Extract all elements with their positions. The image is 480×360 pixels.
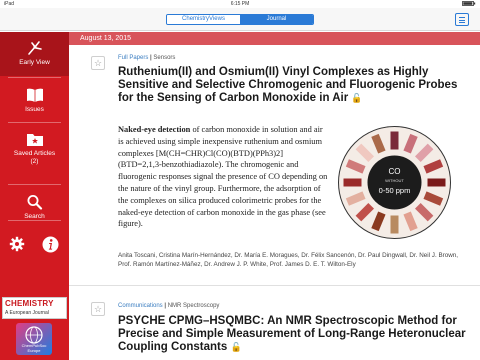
- article-category: Full Papers | Sensors: [118, 55, 175, 61]
- color-swatch: [343, 178, 362, 187]
- article-title[interactable]: Ruthenium(II) and Osmium(II) Vinyl Compl…: [118, 66, 468, 105]
- sidebar-item-label: Saved Articles (2): [13, 150, 56, 165]
- sidebar-item-saved-articles[interactable]: Saved Articles (2): [0, 131, 69, 179]
- color-swatch: [390, 131, 399, 150]
- top-navigation-bar: ChemistryViews Journal: [0, 8, 480, 31]
- star-icon[interactable]: ☆: [91, 302, 105, 316]
- sidebar-divider: [8, 77, 61, 78]
- graphic-range-label: 0-50 ppm: [379, 186, 411, 195]
- book-icon: [26, 88, 43, 102]
- source-segmented-control[interactable]: ChemistryViews Journal: [166, 14, 314, 25]
- article-title-text: Ruthenium(II) and Osmium(II) Vinyl Compl…: [118, 66, 458, 104]
- partner-logo-text: ChemPubSoc Europe: [21, 343, 47, 353]
- article-section: NMR Spectroscopy: [167, 303, 220, 309]
- color-swatch: [427, 178, 446, 187]
- article-category: Communications | NMR Spectroscopy: [118, 303, 219, 309]
- article-title-text: PSYCHE CPMG–HSQMBC: An NMR Spectroscopic…: [118, 315, 466, 353]
- segment-journal[interactable]: Journal: [240, 15, 313, 24]
- sidebar-divider: [8, 220, 61, 221]
- journal-logo-subtitle: A European Journal: [5, 310, 49, 316]
- date-header: August 13, 2015: [69, 32, 480, 45]
- article-type: Communications: [118, 303, 163, 309]
- search-icon: [27, 195, 42, 210]
- saved-folder-icon: [26, 134, 43, 146]
- sidebar-item-label: Search: [24, 213, 45, 220]
- toc-graphic[interactable]: CO WITHOUT 0-50 ppm: [337, 125, 452, 240]
- sidebar-item-search[interactable]: Search: [0, 194, 69, 234]
- journal-logo[interactable]: CHEMISTRY A European Journal: [2, 297, 67, 319]
- sidebar-item-label: Early View: [19, 59, 50, 66]
- chempubsoc-logo: ChemPubSoc Europe: [16, 323, 52, 355]
- article-title[interactable]: PSYCHE CPMG–HSQMBC: An NMR Spectroscopic…: [118, 315, 468, 354]
- graphic-sub-label: WITHOUT: [385, 178, 404, 183]
- info-icon[interactable]: [42, 236, 59, 258]
- segment-chemistryviews[interactable]: ChemistryViews: [167, 15, 240, 24]
- graphic-center-label: CO: [389, 167, 401, 176]
- article-authors: Anita Toscani, Cristina Marín-Hernández,…: [118, 252, 459, 268]
- journal-logo-title: CHEMISTRY: [5, 299, 54, 308]
- article-divider: [69, 285, 480, 286]
- status-bar: iPad 6:15 PM: [0, 0, 480, 8]
- category-separator: |: [164, 303, 167, 309]
- gear-icon[interactable]: [9, 236, 25, 257]
- clock-label: 6:15 PM: [230, 1, 250, 7]
- hamburger-icon[interactable]: [455, 13, 469, 26]
- open-access-icon: 🔓: [230, 342, 242, 352]
- article-list: ☆ Full Papers | Sensors Ruthenium(II) an…: [69, 45, 480, 360]
- sidebar-divider: [8, 122, 61, 123]
- star-icon[interactable]: ☆: [91, 56, 105, 70]
- sidebar-item-early-view[interactable]: Early View: [0, 32, 69, 76]
- color-swatch: [390, 215, 399, 234]
- category-separator: |: [150, 55, 152, 61]
- sidebar-divider: [8, 184, 61, 185]
- abstract-body: of carbon monoxide in solution and air i…: [118, 125, 328, 229]
- article-section: Sensors: [153, 55, 176, 61]
- sidebar-item-label: Issues: [25, 106, 44, 113]
- article-type: Full Papers: [118, 55, 149, 61]
- open-access-icon: 🔓: [351, 93, 363, 103]
- abstract-lead: Naked-eye detection: [118, 125, 191, 134]
- article-abstract: Naked-eye detection of carbon monoxide i…: [118, 124, 328, 230]
- battery-icon: [462, 1, 476, 8]
- early-view-icon: [27, 41, 42, 55]
